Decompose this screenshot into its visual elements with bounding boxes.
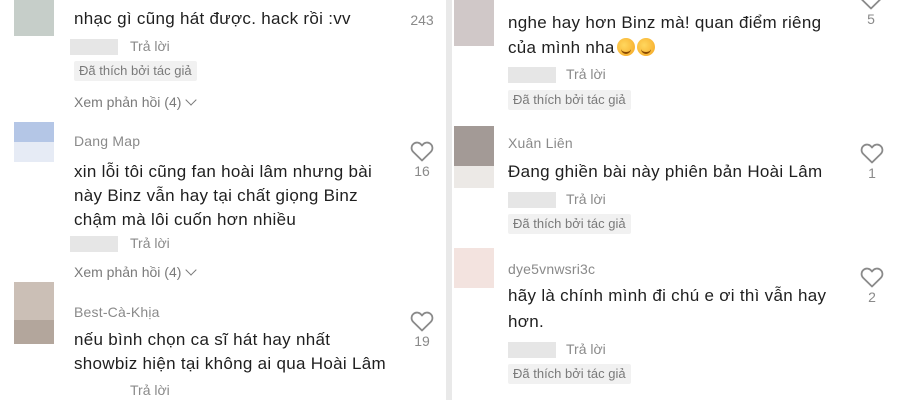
view-replies-label: Xem phản hồi (4) [74,264,182,280]
comment-meta: Trả lời [508,66,708,84]
avatar-top [454,248,494,268]
comment-text-line: hãy là chính mình đi chú e ơi thì vẫn ha… [508,286,827,305]
comment-text-line: xin lỗi tôi cũng fan hoài lâm nhưng bài [74,162,373,181]
comment-meta: Trả lời [508,341,708,359]
view-replies-button[interactable]: Xem phản hồi (4) [74,264,198,280]
comment-text-line: nghe hay hơn Binz mà! quan điểm riêng [508,13,822,32]
comment-text-fragment: của mình nha [508,38,615,57]
like-button[interactable]: 19 [406,310,438,349]
avatar[interactable] [14,282,54,344]
like-count: 2 [868,289,876,305]
avatar-bottom [454,166,494,188]
chevron-down-icon [185,94,198,106]
like-button[interactable]: 243 [406,0,438,28]
avatar[interactable] [14,0,54,36]
avatar-bottom [14,16,54,36]
smiling-face-with-hearts-icon [636,38,655,56]
liked-by-author-badge: Đã thích bởi tác giả [508,364,631,384]
comment-meta: Trả lời [70,235,270,253]
like-count: 19 [414,333,430,349]
comment-text-line: showbiz hiện tại không ai qua Hoài Lâm [74,354,386,373]
timestamp-blurred [70,39,118,55]
avatar-bottom [454,268,494,288]
heart-outline-icon [861,0,881,10]
heart-outline-icon [410,141,434,162]
heart-outline-icon [860,143,884,164]
view-replies-label: Xem phản hồi (4) [74,94,182,110]
reply-button[interactable]: Trả lời [130,382,170,398]
like-count: 1 [868,165,876,181]
like-button[interactable]: 1 [856,142,888,181]
comment-text: nhạc gì cũng hát được. hack rồi :vv [74,9,351,28]
comments-panel-right: nghe hay hơn Binz mà! quan điểm riêng củ… [452,0,900,400]
comments-panel-left: nhạc gì cũng hát được. hack rồi :vv 243 … [0,0,446,400]
comment-text: Đang ghiền bài này phiên bản Hoài Lâm [508,162,823,181]
avatar-bottom [14,320,54,344]
avatar-top [14,282,54,320]
comment-username[interactable]: Xuân Liên [508,135,573,151]
timestamp-blurred [508,67,556,83]
timestamp-blurred [508,192,556,208]
avatar-top [14,0,54,16]
reply-button[interactable]: Trả lời [130,235,170,251]
comment-username[interactable]: Dang Map [74,133,140,149]
reply-button[interactable]: Trả lời [130,38,170,54]
smiling-face-with-hearts-icon [616,38,635,56]
avatar-bottom [14,142,54,162]
timestamp-blurred [70,236,118,252]
heart-outline-icon [410,311,434,332]
chevron-down-icon [185,264,198,276]
like-count: 243 [410,12,434,28]
avatar-bottom [454,21,494,46]
comment-meta: Trả lời [70,38,270,56]
comment-username[interactable]: Best-Cà-Khịa [74,304,160,320]
heart-outline-icon [860,267,884,288]
like-button[interactable]: 16 [406,140,438,179]
comment-text-line: của mình nha [508,36,655,60]
comment-text-line: nếu bình chọn ca sĩ hát hay nhất [74,330,331,349]
avatar[interactable] [454,126,494,188]
like-count: 16 [414,163,430,179]
comment-meta: Trả lời [508,191,708,209]
like-count: 5 [867,11,875,27]
avatar[interactable] [454,248,494,288]
avatar-top [14,122,54,142]
avatar[interactable] [14,122,54,162]
liked-by-author-badge: Đã thích bởi tác giả [74,61,197,81]
liked-by-author-badge: Đã thích bởi tác giả [508,214,631,234]
comment-username[interactable]: dye5vnwsri3c [508,261,595,277]
avatar[interactable] [454,0,494,46]
timestamp-blurred [508,342,556,358]
view-replies-button[interactable]: Xem phản hồi (4) [74,94,198,110]
like-button[interactable]: 2 [856,266,888,305]
comment-meta: Trả lời [70,382,270,400]
comment-text-line: chậm mà lôi cuốn hơn nhiều [74,210,297,229]
avatar-top [454,126,494,166]
reply-button[interactable]: Trả lời [566,66,606,82]
avatar-top [454,0,494,21]
liked-by-author-badge: Đã thích bởi tác giả [508,90,631,110]
comment-text-line: hơn. [508,312,544,331]
like-button[interactable]: 5 [855,0,887,27]
reply-button[interactable]: Trả lời [566,341,606,357]
reply-button[interactable]: Trả lời [566,191,606,207]
comment-text-line: này Binz vẫn hay tại chất giọng Binz [74,186,358,205]
